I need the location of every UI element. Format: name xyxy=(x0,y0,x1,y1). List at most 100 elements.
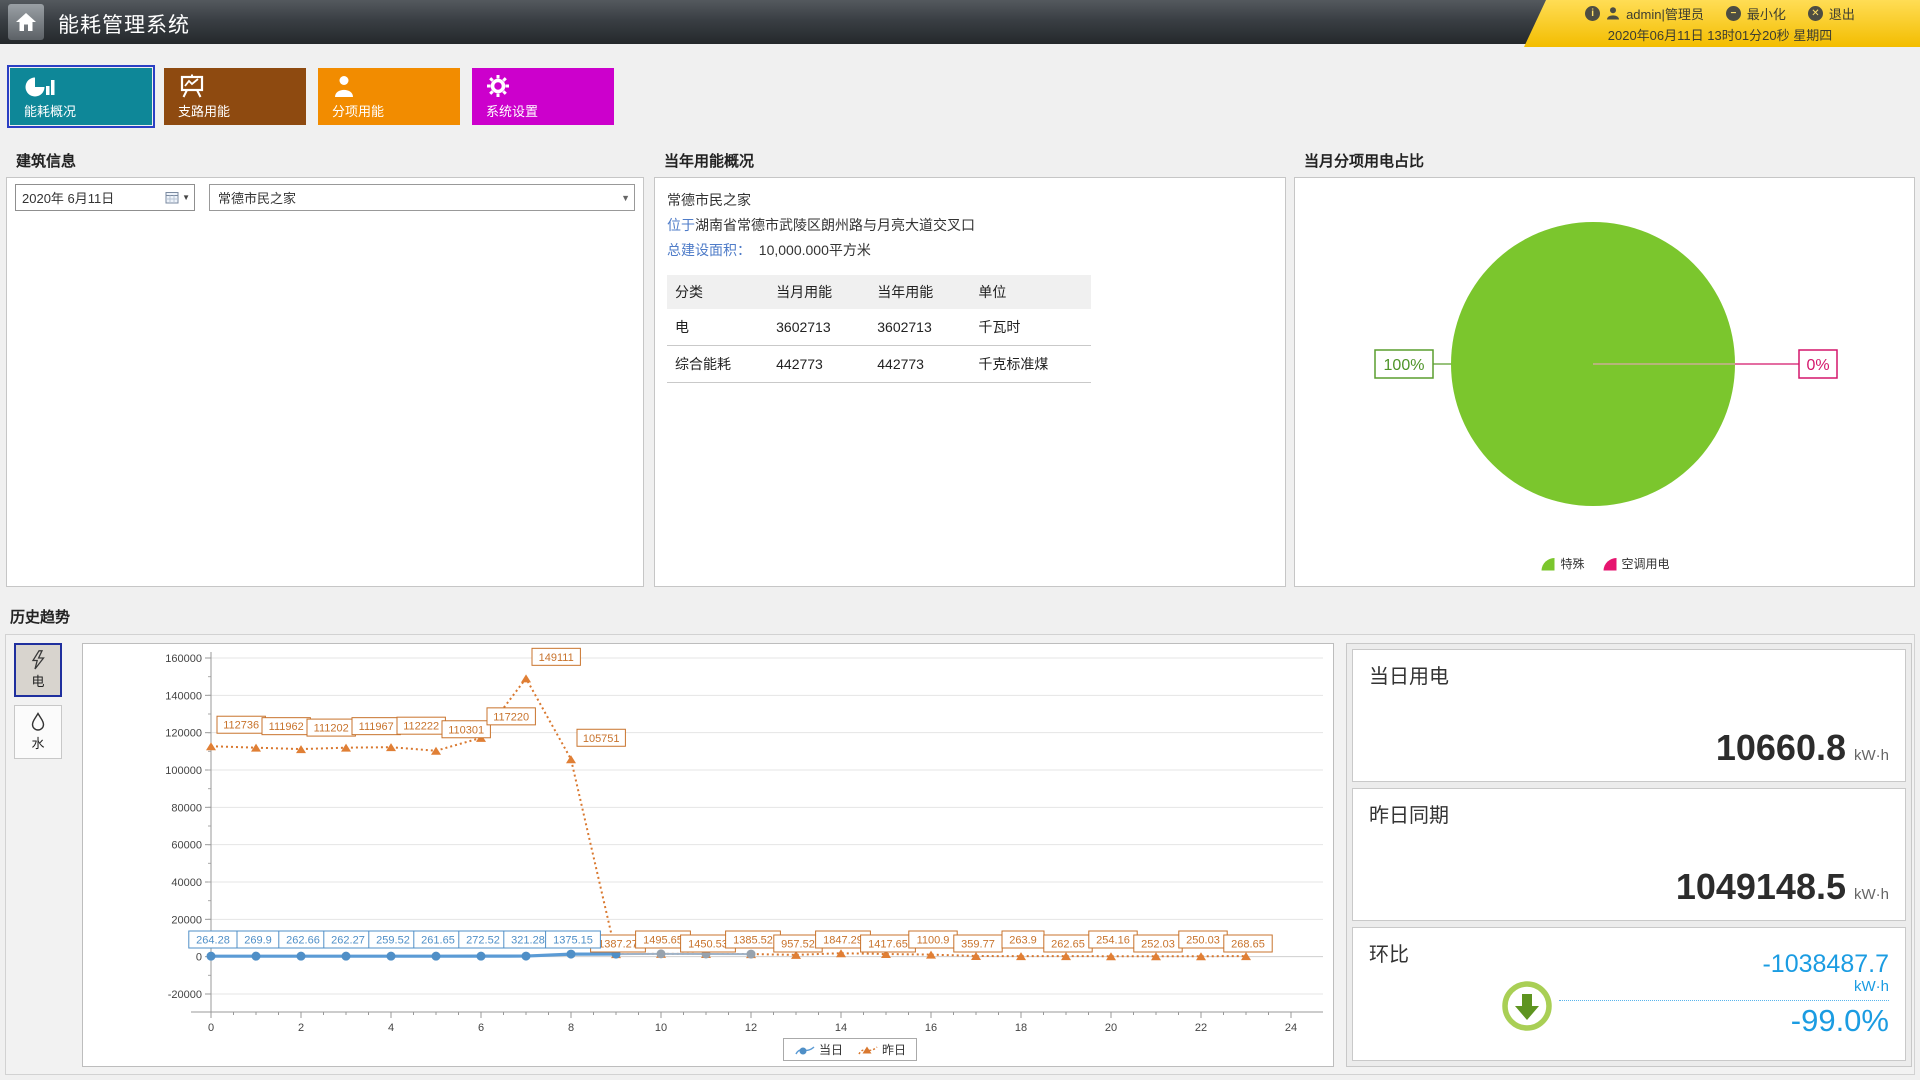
energy-table: 分类当月用能当年用能单位 电36027133602713千瓦时综合能耗44277… xyxy=(667,275,1091,383)
svg-text:250.03: 250.03 xyxy=(1186,935,1220,947)
history-line-chart: -200000200004000060000800001000001200001… xyxy=(83,644,1333,1038)
svg-text:0: 0 xyxy=(196,952,202,964)
pie-slice-icon xyxy=(1539,555,1556,572)
panel-title: 当月分项用电占比 xyxy=(1294,147,1915,177)
svg-text:117220: 117220 xyxy=(493,711,529,723)
datetime-text: 2020年06月11日 13时01分20秒 星期四 xyxy=(1608,25,1832,44)
line-series-icon xyxy=(857,1043,879,1057)
ratio-unit: kW·h xyxy=(1559,978,1889,996)
nav-label: 分项用能 xyxy=(332,101,384,120)
building-location: 位于湖南省常德市武陵区朗州路与月亮大道交叉口 xyxy=(667,213,1273,238)
lightning-icon xyxy=(30,650,46,670)
nav-branch-energy[interactable]: 支路用能 xyxy=(164,68,306,125)
svg-text:60000: 60000 xyxy=(171,840,202,852)
svg-text:18: 18 xyxy=(1015,1022,1027,1034)
minimize-icon[interactable]: − xyxy=(1726,6,1741,21)
date-value: 2020年 6月11日 xyxy=(22,188,114,207)
nav-label: 能耗概况 xyxy=(24,101,76,120)
svg-text:110301: 110301 xyxy=(448,724,484,736)
svg-text:14: 14 xyxy=(835,1022,847,1034)
panel-title: 建筑信息 xyxy=(6,147,644,177)
divider xyxy=(1559,1000,1889,1001)
table-cell: 3602713 xyxy=(869,309,970,346)
home-icon xyxy=(15,12,37,32)
svg-text:40000: 40000 xyxy=(171,877,202,889)
svg-text:6: 6 xyxy=(478,1022,484,1034)
table-row: 电36027133602713千瓦时 xyxy=(667,309,1091,346)
tool-electricity-button[interactable]: 电 xyxy=(14,643,62,697)
legend-item-hvac[interactable]: 空调用电 xyxy=(1601,555,1670,572)
table-header-cell: 单位 xyxy=(970,275,1091,309)
history-chart-box: -200000200004000060000800001000001200001… xyxy=(82,643,1334,1067)
legend-item-today[interactable]: 当日 xyxy=(794,1041,843,1058)
home-button[interactable] xyxy=(8,4,44,40)
building-area: 总建设面积： 10,000.000平方米 xyxy=(667,238,1273,263)
gear-icon xyxy=(486,74,510,98)
svg-text:262.66: 262.66 xyxy=(286,935,320,947)
chevron-down-icon: ▼ xyxy=(621,193,630,203)
svg-text:259.52: 259.52 xyxy=(376,935,410,947)
svg-text:112736: 112736 xyxy=(223,720,259,732)
table-header-cell: 当年用能 xyxy=(869,275,970,309)
building-select[interactable]: 常德市民之家 ▼ xyxy=(209,184,635,211)
pie-chart-icon xyxy=(24,74,56,98)
table-header-cell: 分类 xyxy=(667,275,768,309)
stat-label: 当日用电 xyxy=(1369,660,1449,689)
line-series-icon xyxy=(794,1043,816,1057)
info-icon[interactable]: i xyxy=(1585,6,1600,21)
svg-text:12: 12 xyxy=(745,1022,757,1034)
svg-text:1100.9: 1100.9 xyxy=(917,935,950,947)
svg-text:957.52: 957.52 xyxy=(781,939,815,951)
chevron-down-icon: ▼ xyxy=(182,193,190,202)
nav-subitem-energy[interactable]: 分项用能 xyxy=(318,68,460,125)
svg-text:100000: 100000 xyxy=(165,765,202,777)
svg-text:105751: 105751 xyxy=(583,733,620,745)
svg-text:22: 22 xyxy=(1195,1022,1207,1034)
svg-text:120000: 120000 xyxy=(165,728,202,740)
svg-text:254.16: 254.16 xyxy=(1096,935,1130,947)
svg-text:111202: 111202 xyxy=(314,723,349,735)
legend-item-yesterday[interactable]: 昨日 xyxy=(857,1041,906,1058)
svg-text:112222: 112222 xyxy=(403,721,439,733)
nav-label: 支路用能 xyxy=(178,101,230,120)
svg-text:262.27: 262.27 xyxy=(331,935,365,947)
minimize-button[interactable]: 最小化 xyxy=(1747,4,1786,23)
svg-text:16: 16 xyxy=(925,1022,937,1034)
svg-text:1495.65: 1495.65 xyxy=(643,935,683,947)
energy-type-toolbar: 电 水 xyxy=(14,643,62,759)
app-title: 能耗管理系统 xyxy=(58,9,190,39)
svg-text:24: 24 xyxy=(1285,1022,1297,1034)
close-icon[interactable]: ✕ xyxy=(1808,6,1823,21)
table-cell: 电 xyxy=(667,309,768,346)
app-root: 能耗管理系统 i admin|管理员 − 最小化 ✕ 退出 2020年06月11… xyxy=(0,0,1920,1080)
stat-label: 昨日同期 xyxy=(1369,799,1449,828)
panel-title: 当年用能概况 xyxy=(654,147,1286,177)
svg-text:252.03: 252.03 xyxy=(1141,939,1175,951)
user-icon xyxy=(1606,6,1620,20)
svg-text:1387.27: 1387.27 xyxy=(598,939,638,951)
history-chart-legend: 当日 昨日 xyxy=(783,1038,917,1061)
stat-card-ratio: 环比 -1038487.7 kW·h -99.0% xyxy=(1352,927,1906,1061)
app-header: 能耗管理系统 i admin|管理员 − 最小化 ✕ 退出 2020年06月11… xyxy=(0,0,1920,44)
building-info-panel: 建筑信息 2020年 6月11日 ▼ xyxy=(6,147,644,587)
stat-value: 1049148.5 xyxy=(1676,866,1846,908)
nav-energy-overview[interactable]: 能耗概况 xyxy=(10,68,152,125)
building-select-value: 常德市民之家 xyxy=(218,188,296,207)
exit-button[interactable]: 退出 xyxy=(1829,4,1855,23)
nav-system-settings[interactable]: 系统设置 xyxy=(472,68,614,125)
history-section-title: 历史趋势 xyxy=(10,606,70,627)
svg-text:10: 10 xyxy=(655,1022,667,1034)
svg-text:1847.29: 1847.29 xyxy=(823,935,863,947)
trend-down-icon xyxy=(1501,980,1553,1037)
svg-text:1385.52: 1385.52 xyxy=(733,935,773,947)
svg-text:4: 4 xyxy=(388,1022,394,1034)
legend-item-special[interactable]: 特殊 xyxy=(1539,555,1584,572)
table-cell: 442773 xyxy=(869,346,970,383)
date-picker[interactable]: 2020年 6月11日 ▼ xyxy=(15,184,195,211)
subitem-pie-panel: 当月分项用电占比 100%0% 特殊 空调用电 xyxy=(1294,147,1915,587)
svg-text:149111: 149111 xyxy=(539,652,574,664)
svg-text:-20000: -20000 xyxy=(168,989,202,1001)
svg-text:272.52: 272.52 xyxy=(466,935,500,947)
tool-water-button[interactable]: 水 xyxy=(14,705,62,759)
water-drop-icon xyxy=(29,712,47,732)
